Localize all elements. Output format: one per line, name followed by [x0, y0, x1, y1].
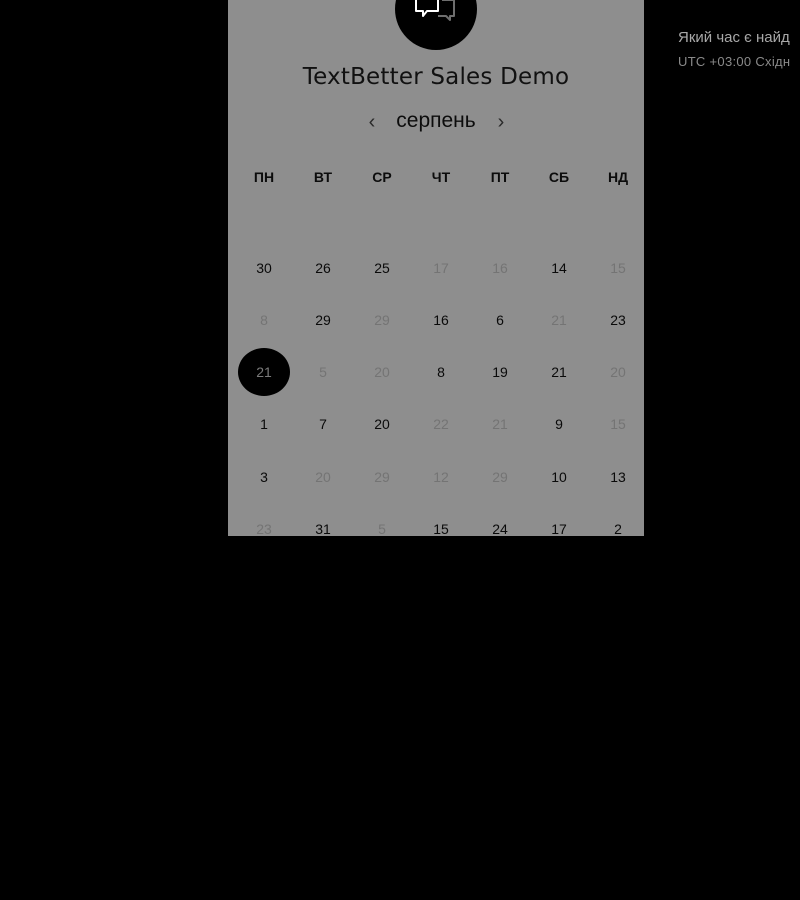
calendar-day[interactable]: 13 — [593, 462, 643, 492]
weekday-label: СБ — [548, 169, 570, 185]
calendar-day[interactable]: 15 — [416, 514, 466, 536]
calendar-day[interactable]: 20 — [298, 462, 348, 492]
calendar-day[interactable]: 1 — [239, 409, 289, 439]
month-navigation: ‹ серпень › — [228, 109, 644, 137]
chat-bubbles-icon — [415, 0, 455, 21]
calendar-day[interactable]: 6 — [475, 305, 525, 335]
calendar-day[interactable]: 9 — [534, 409, 584, 439]
calendar-day[interactable]: 15 — [593, 253, 643, 283]
calendar-day[interactable]: 21 — [534, 357, 584, 387]
calendar-day[interactable]: 16 — [475, 253, 525, 283]
calendar-day[interactable]: 14 — [534, 253, 584, 283]
calendar-day[interactable]: 19 — [475, 357, 525, 387]
weekday-label: ЧТ — [431, 169, 451, 185]
calendar-day[interactable]: 25 — [357, 253, 407, 283]
calendar-day[interactable]: 5 — [298, 357, 348, 387]
calendar-day[interactable]: 24 — [475, 514, 525, 536]
calendar-day[interactable]: 29 — [357, 462, 407, 492]
calendar-day[interactable]: 29 — [357, 305, 407, 335]
calendar-day[interactable]: 20 — [357, 357, 407, 387]
calendar-day[interactable]: 23 — [239, 514, 289, 536]
calendar-day[interactable]: 12 — [416, 462, 466, 492]
month-label: серпень — [396, 109, 476, 132]
calendar-day[interactable]: 23 — [593, 305, 643, 335]
calendar-day[interactable]: 2 — [593, 514, 643, 536]
calendar-day[interactable]: 8 — [239, 305, 289, 335]
event-title: TextBetter Sales Demo — [302, 64, 570, 90]
weekday-label: ВТ — [313, 169, 333, 185]
calendar-day[interactable]: 10 — [534, 462, 584, 492]
calendar-day[interactable]: 3 — [239, 462, 289, 492]
calendar-day[interactable]: 20 — [357, 409, 407, 439]
calendar-day[interactable]: 29 — [475, 462, 525, 492]
calendar-day[interactable]: 7 — [298, 409, 348, 439]
calendar-day[interactable]: 29 — [298, 305, 348, 335]
calendar-day[interactable]: 20 — [593, 357, 643, 387]
calendar-day-selected[interactable]: 21 — [238, 348, 290, 396]
calendar-day[interactable]: 21 — [534, 305, 584, 335]
weekday-label: СР — [372, 169, 392, 185]
calendar-day[interactable]: 30 — [239, 253, 289, 283]
calendar-day[interactable]: 21 — [475, 409, 525, 439]
calendar-day[interactable]: 22 — [416, 409, 466, 439]
calendar-day[interactable]: 31 — [298, 514, 348, 536]
calendar-day[interactable]: 8 — [416, 357, 466, 387]
weekday-label: ПТ — [490, 169, 510, 185]
company-logo — [395, 0, 477, 50]
timezone-section: Який час є найд UTC +03:00 Східн — [678, 28, 800, 69]
calendar-day[interactable]: 15 — [593, 409, 643, 439]
time-question-heading: Який час є найд — [678, 29, 790, 46]
calendar-day[interactable]: 17 — [534, 514, 584, 536]
chevron-right-icon[interactable]: › — [492, 112, 510, 132]
scheduler-panel: TextBetter Sales Demo ‹ серпень › ПН ВТ СР… — [228, 0, 644, 536]
calendar-day[interactable]: 17 — [416, 253, 466, 283]
page: TextBetter Sales Demo ‹ серпень › ПН ВТ СР… — [0, 0, 800, 900]
weekday-label: НД — [607, 169, 629, 185]
weekday-label: ПН — [253, 169, 275, 185]
calendar-day[interactable]: 16 — [416, 305, 466, 335]
calendar-day[interactable]: 5 — [357, 514, 407, 536]
calendar-day[interactable]: 26 — [298, 253, 348, 283]
timezone-selector[interactable]: UTC +03:00 Східн — [678, 54, 800, 69]
